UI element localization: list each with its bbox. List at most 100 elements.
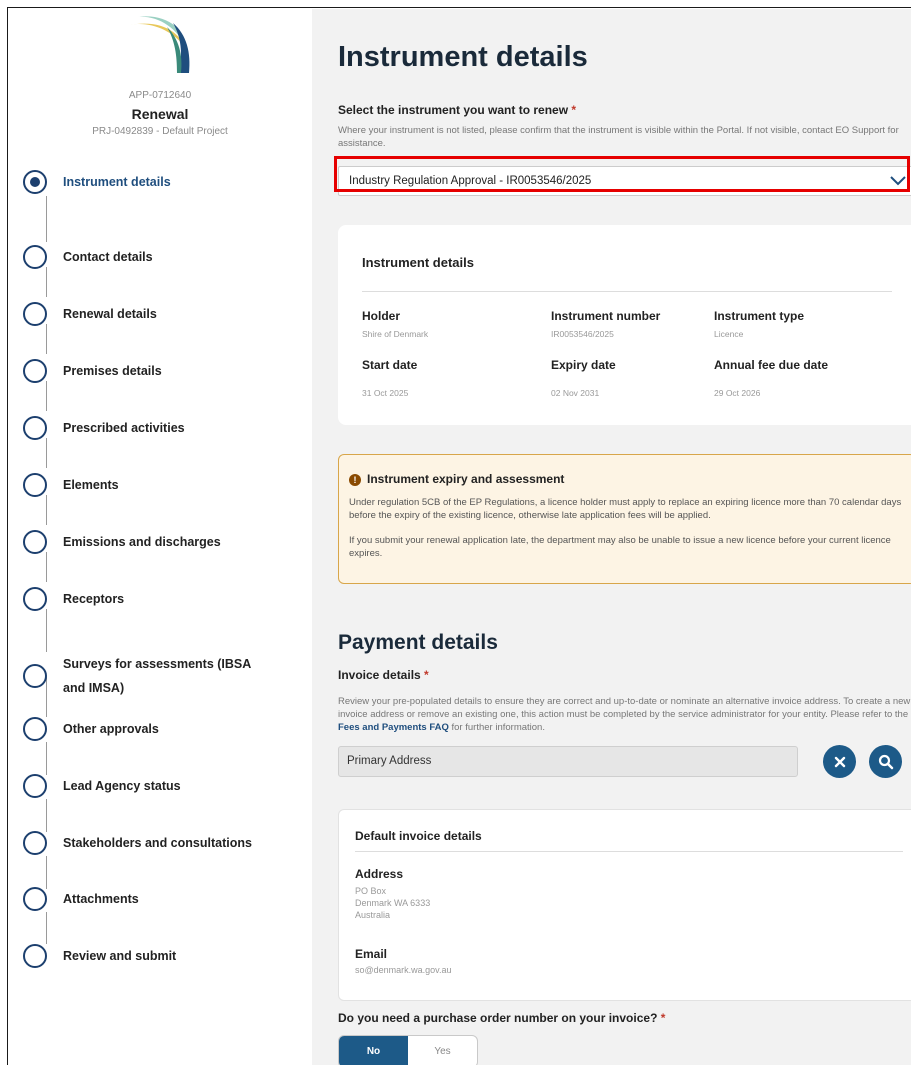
alert-title: Instrument expiry and assessment [367,472,565,486]
application-id: APP-0712640 [128,90,192,101]
step-connector [46,267,47,297]
step-label: Attachments [63,892,139,906]
holder-label: Holder [362,309,401,323]
step-connector [46,799,47,832]
step-pending-icon [23,774,47,798]
step-pending-icon [23,530,47,554]
step-label: Contact details [63,250,153,264]
step-connector [46,196,47,242]
expiry-warning-alert: ! Instrument expiry and assessment Under… [338,454,911,584]
invoice-helper: Review your pre-populated details to ens… [338,695,911,734]
step-lead-agency-status[interactable]: Lead Agency status [23,774,313,798]
instrument-details-card: Instrument details Holder Shire of Denma… [338,225,911,425]
step-label-line-1: Surveys for assessments (IBSA [63,657,252,671]
step-receptors[interactable]: Receptors [23,587,313,611]
address-label: Address [355,867,404,881]
step-label: Emissions and discharges [63,535,221,549]
step-label: Receptors [63,592,125,606]
holder-value: Shire of Denmark [362,329,429,339]
expiry-date-label: Expiry date [551,358,616,372]
alert-paragraph: If you submit your renewal application l… [349,535,891,559]
organization-logo [129,16,190,73]
card-title: Instrument details [362,255,474,270]
step-elements[interactable]: Elements [23,473,313,497]
instrument-type-label: Instrument type [714,309,805,323]
step-surveys-for-assessments[interactable]: Surveys for assessments (IBSA and IMSA) [23,652,313,700]
invoice-details-label: Invoice details * [338,668,429,682]
question-text: Do you need a purchase order number on y… [338,1011,658,1025]
step-pending-icon [23,664,47,688]
step-attachments[interactable]: Attachments [23,887,313,911]
instrument-select[interactable]: Industry Regulation Approval - IR0053546… [338,166,911,196]
helper-text: Review your pre-populated details to ens… [338,696,911,720]
step-connector [46,912,47,944]
step-other-approvals[interactable]: Other approvals [23,717,313,741]
address-line: PO Box [355,886,387,896]
step-label: Review and submit [63,949,177,963]
step-connector [46,438,47,468]
step-pending-icon [23,587,47,611]
required-marker: * [424,668,429,682]
question-text: Invoice details [338,668,421,682]
invoice-address-input[interactable]: Primary Address [338,746,798,777]
step-contact-details[interactable]: Contact details [23,245,313,269]
step-label: Lead Agency status [63,779,181,793]
default-invoice-card: Default invoice details Address PO Box D… [338,809,911,1001]
search-address-button[interactable] [869,745,902,778]
step-label: Premises details [63,364,162,378]
step-renewal-details[interactable]: Renewal details [23,302,313,326]
application-type: Renewal [131,106,189,122]
step-label: Elements [63,478,119,492]
step-label: Prescribed activities [63,421,185,435]
question-text: Select the instrument you want to renew [338,103,569,117]
purchase-order-toggle: No Yes [338,1035,478,1065]
step-connector [46,495,47,525]
step-label: Other approvals [63,722,159,736]
step-label: Surveys for assessments (IBSA and IMSA) [63,652,251,700]
step-pending-icon [23,302,47,326]
search-icon [878,754,893,769]
instrument-number-value: IR0053546/2025 [551,329,614,339]
step-label: Renewal details [63,307,157,321]
step-pending-icon [23,473,47,497]
step-review-and-submit[interactable]: Review and submit [23,944,313,968]
start-date-value: 31 Oct 2025 [362,388,409,398]
email-value: so@denmark.wa.gov.au [355,965,452,975]
step-prescribed-activities[interactable]: Prescribed activities [23,416,313,440]
annual-fee-due-value: 29 Oct 2026 [714,388,761,398]
step-emissions-and-discharges[interactable]: Emissions and discharges [23,530,313,554]
step-label: Stakeholders and consultations [63,836,252,850]
step-label: Instrument details [63,175,171,189]
email-label: Email [355,947,388,961]
step-current-icon [23,170,47,194]
start-date-label: Start date [362,358,418,372]
fees-faq-link[interactable]: Fees and Payments FAQ [338,722,449,733]
po-no-option[interactable]: No [339,1036,408,1065]
main-content: Instrument details Select the instrument… [312,9,911,1065]
address-line: Australia [355,910,391,920]
step-connector [46,324,47,354]
step-instrument-details[interactable]: Instrument details [23,170,313,194]
instrument-select-label: Select the instrument you want to renew … [338,103,576,117]
step-connector [46,742,47,775]
required-marker: * [660,1011,666,1025]
step-stakeholders-and-consultations[interactable]: Stakeholders and consultations [23,831,313,855]
close-icon [834,756,845,767]
clear-address-button[interactable] [823,745,856,778]
chevron-down-icon [890,176,906,186]
project-name: PRJ-0492839 - Default Project [92,126,228,137]
po-yes-option[interactable]: Yes [408,1036,477,1065]
annual-fee-due-label: Annual fee due date [714,358,829,372]
step-pending-icon [23,359,47,383]
step-connector [46,856,47,889]
step-connector [46,609,47,652]
step-label-line-2: and IMSA) [63,681,125,695]
purchase-order-question: Do you need a purchase order number on y… [338,1011,665,1025]
step-premises-details[interactable]: Premises details [23,359,313,383]
instrument-type-value: Licence [714,329,744,339]
page-title: Instrument details [338,41,588,73]
card-title: Default invoice details [355,829,482,843]
step-pending-icon [23,887,47,911]
instrument-select-value: Industry Regulation Approval - IR0053546… [349,175,592,187]
step-connector [46,552,47,582]
